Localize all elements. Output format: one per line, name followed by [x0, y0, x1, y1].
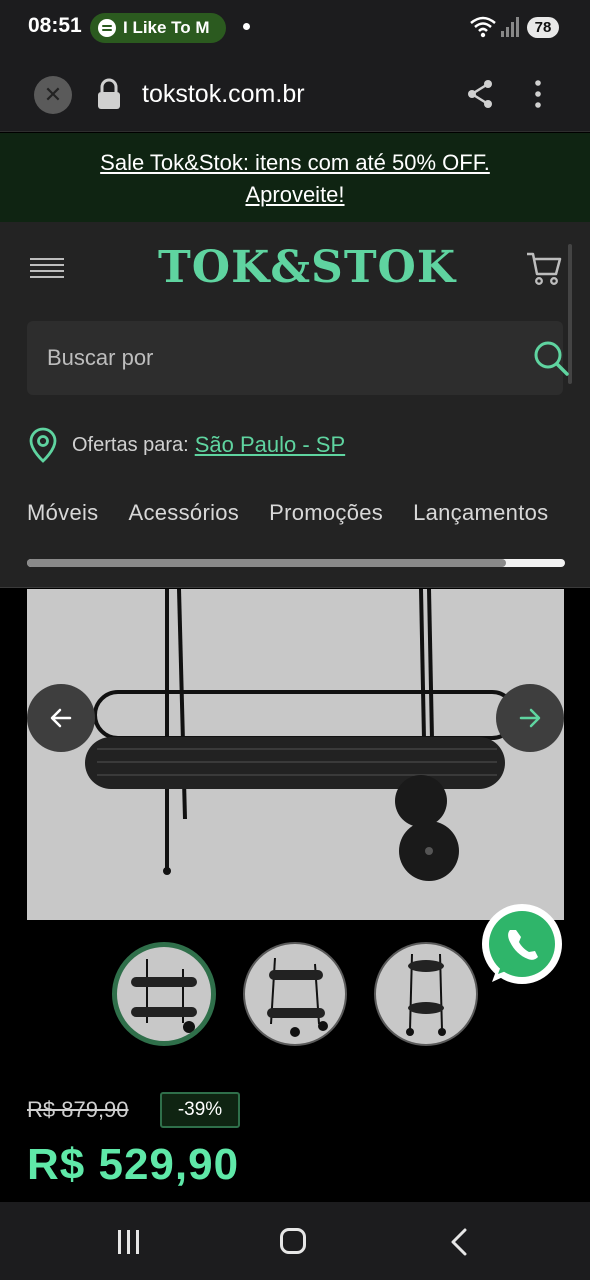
location-city-link[interactable]: São Paulo - SP: [195, 432, 345, 458]
thumbnail-1[interactable]: [112, 942, 216, 1046]
product-image[interactable]: [27, 589, 564, 920]
share-icon[interactable]: [466, 78, 494, 110]
previous-image-button[interactable]: [27, 684, 95, 752]
location-label: Ofertas para:: [72, 433, 189, 456]
media-notification-pill[interactable]: I Like To M: [90, 13, 226, 43]
status-time: 08:51: [28, 14, 82, 37]
thumbnail-2[interactable]: [243, 942, 347, 1046]
media-title: I Like To M: [123, 18, 210, 37]
logo[interactable]: TOK&STOK: [158, 242, 456, 293]
system-nav-bar: [0, 1202, 590, 1280]
arrow-right-icon: [519, 708, 541, 728]
recent-apps-icon[interactable]: [116, 1230, 142, 1254]
lock-icon[interactable]: [96, 78, 122, 110]
signal-icon: [501, 17, 519, 37]
category-scrollbar[interactable]: [27, 559, 565, 567]
battery-indicator: 78: [527, 17, 559, 38]
search-box: [27, 321, 569, 395]
sale-banner-line1: Sale Tok&Stok: itens com até 50% OFF.: [100, 150, 490, 175]
thumbnail-1-image: [131, 959, 197, 1033]
search-icon[interactable]: [532, 339, 570, 377]
back-icon[interactable]: [449, 1228, 469, 1256]
current-price: R$ 529,90: [27, 1140, 240, 1189]
category-nav: Móveis Acessórios Promoções Lançamentos: [27, 500, 567, 534]
status-bar: 08:51 I Like To M 78: [0, 0, 590, 56]
location-selector[interactable]: Ofertas para: São Paulo - SP: [28, 427, 345, 463]
sale-banner-line2: Aproveite!: [245, 182, 345, 207]
bar-cart-illustration: [27, 589, 564, 920]
search-input[interactable]: [47, 321, 487, 395]
old-price: R$ 879,90: [27, 1097, 129, 1122]
spotify-icon: [98, 19, 116, 37]
home-icon[interactable]: [280, 1228, 306, 1254]
thumbnail-3-image: [406, 953, 446, 1036]
site-header: TOK&STOK Ofertas para: São Paulo - SP Mó…: [0, 222, 590, 588]
url-text[interactable]: tokstok.com.br: [142, 80, 305, 109]
location-pin-icon: [29, 427, 57, 463]
category-promocoes[interactable]: Promoções: [269, 500, 383, 526]
arrow-left-icon: [50, 708, 72, 728]
thumbnail-3[interactable]: [374, 942, 478, 1046]
sale-banner-link[interactable]: Sale Tok&Stok: itens com até 50% OFF. Ap…: [0, 133, 590, 211]
category-lancamentos[interactable]: Lançamentos: [413, 500, 548, 526]
more-options-icon[interactable]: [533, 78, 543, 110]
thumbnail-2-image: [267, 957, 328, 1037]
notification-dot-icon: [243, 23, 250, 30]
category-moveis[interactable]: Móveis: [27, 500, 99, 526]
close-tab-button[interactable]: ✕: [34, 76, 72, 114]
cart-icon[interactable]: [526, 250, 562, 286]
whatsapp-icon[interactable]: [478, 902, 566, 990]
category-scrollbar-thumb[interactable]: [27, 559, 506, 567]
next-image-button[interactable]: [496, 684, 564, 752]
category-acessorios[interactable]: Acessórios: [129, 500, 240, 526]
sale-banner: Sale Tok&Stok: itens com até 50% OFF. Ap…: [0, 133, 590, 222]
wifi-icon: [470, 16, 496, 38]
browser-url-bar: ✕ tokstok.com.br: [0, 56, 590, 132]
discount-badge: -39%: [160, 1092, 240, 1128]
menu-icon[interactable]: [30, 258, 64, 280]
